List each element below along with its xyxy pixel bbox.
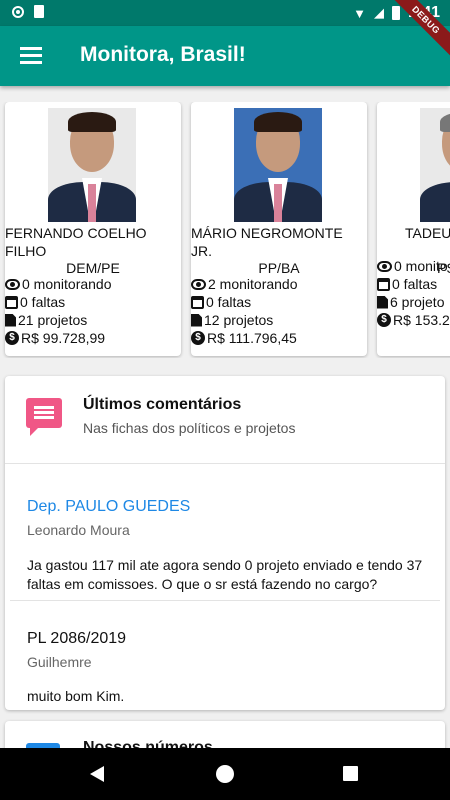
comment-author: Guilhemre <box>27 654 92 670</box>
absences-count: 0 faltas <box>20 294 66 310</box>
spending-value: R$ 111.796,45 <box>207 330 297 346</box>
monitoring-count: 0 monitorando <box>22 276 112 292</box>
spending-stat: $ R$ 99.728,99 <box>5 330 105 346</box>
monitoring-count: 0 monito <box>394 258 448 274</box>
politician-photo <box>48 108 136 222</box>
politician-card[interactable]: MÁRIO NEGROMONTE JR. PP/BA 2 monitorando… <box>191 102 367 356</box>
signal-icon: ◢ <box>373 5 384 20</box>
monitoring-stat: 2 monitorando <box>191 276 298 292</box>
calendar-icon <box>191 295 204 309</box>
comment-text: muito bom Kim. <box>27 688 125 704</box>
home-icon[interactable] <box>216 765 234 783</box>
eye-icon <box>191 278 206 290</box>
politician-card[interactable]: TADEU PS 0 monito 0 faltas 6 projeto $ R… <box>377 102 450 356</box>
absences-count: 0 faltas <box>206 294 252 310</box>
recent-apps-icon[interactable] <box>343 766 358 781</box>
politician-name: FERNANDO COELHO FILHO <box>5 225 147 259</box>
eye-icon <box>5 278 20 290</box>
eye-icon <box>377 260 392 272</box>
projects-count: 12 projetos <box>204 312 274 328</box>
menu-icon[interactable] <box>20 47 42 64</box>
projects-stat: 12 projetos <box>191 312 273 328</box>
comment-target-link[interactable]: PL 2086/2019 <box>27 630 126 648</box>
sd-card-icon <box>34 5 44 18</box>
divider <box>10 600 440 601</box>
comment-text: Ja gastou 117 mil ate agora sendo 0 proj… <box>27 557 423 592</box>
spending-value: R$ 99.728,99 <box>21 330 106 346</box>
politician-photo <box>420 108 450 222</box>
document-icon <box>191 313 202 327</box>
politician-name: MÁRIO NEGROMONTE JR. <box>191 225 343 259</box>
politician-photo <box>234 108 322 222</box>
spending-stat: $ R$ 111.796,45 <box>191 330 297 346</box>
monitoring-count: 2 monitorando <box>208 276 298 292</box>
system-nav-bar <box>0 748 450 800</box>
money-icon: $ <box>5 331 19 345</box>
politician-card[interactable]: FERNANDO COELHO FILHO DEM/PE 0 monitoran… <box>5 102 181 356</box>
projects-stat: 21 projetos <box>5 312 87 328</box>
spending-stat: $ R$ 153.2 <box>377 312 450 328</box>
comments-card: Últimos comentários Nas fichas dos polít… <box>5 376 445 710</box>
app-bar: Monitora, Brasil! <box>0 26 450 86</box>
back-icon[interactable] <box>90 766 104 782</box>
projects-count: 21 projetos <box>18 312 88 328</box>
calendar-icon <box>5 295 18 309</box>
comments-title: Últimos comentários <box>83 396 242 413</box>
chat-icon <box>26 398 62 436</box>
document-icon <box>377 295 388 309</box>
monitoring-stat: 0 monito <box>377 258 448 274</box>
status-bar: ▼ ◢ 1:41 <box>0 0 450 26</box>
politician-party: PP/BA <box>258 260 300 276</box>
calendar-icon <box>377 277 390 291</box>
app-title: Monitora, Brasil! <box>80 43 246 66</box>
projects-count: 6 projeto <box>390 294 445 310</box>
absences-stat: 0 faltas <box>377 276 437 292</box>
spending-value: R$ 153.2 <box>393 312 450 328</box>
comment-target-link[interactable]: Dep. PAULO GUEDES <box>27 498 190 516</box>
comment-author: Leonardo Moura <box>27 522 130 538</box>
divider <box>5 463 445 464</box>
politician-party: DEM/PE <box>66 260 120 276</box>
absences-stat: 0 faltas <box>5 294 65 310</box>
document-icon <box>5 313 16 327</box>
comments-subtitle: Nas fichas dos políticos e projetos <box>83 420 296 436</box>
politicians-carousel[interactable]: FERNANDO COELHO FILHO DEM/PE 0 monitoran… <box>0 102 450 358</box>
money-icon: $ <box>377 313 391 327</box>
battery-icon <box>391 6 400 20</box>
money-icon: $ <box>191 331 205 345</box>
notification-icon <box>12 5 24 18</box>
politician-name: TADEU <box>405 225 450 241</box>
absences-stat: 0 faltas <box>191 294 251 310</box>
projects-stat: 6 projeto <box>377 294 444 310</box>
monitoring-stat: 0 monitorando <box>5 276 112 292</box>
wifi-icon: ▼ <box>353 5 366 21</box>
absences-count: 0 faltas <box>392 276 438 292</box>
